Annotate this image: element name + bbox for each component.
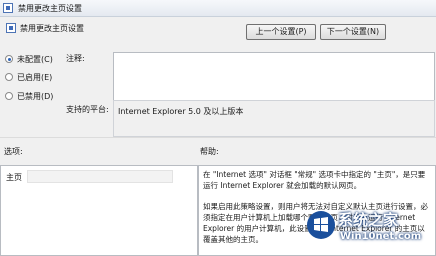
help-paragraph: 在 "Internet 选项" 对话框 "常规" 选项卡中指定的 "主页"，是只…: [203, 170, 426, 190]
home-page-input[interactable]: [27, 170, 173, 183]
options-label: 选项:: [4, 147, 23, 156]
radio-enabled[interactable]: 已启用(E): [5, 71, 52, 83]
radio-disabled[interactable]: 已禁用(D): [5, 90, 53, 102]
platform-field: Internet Explorer 5.0 及以上版本: [113, 100, 435, 137]
previous-setting-button[interactable]: 上一个设置(P): [246, 24, 316, 40]
window-title: 禁用更改主页设置: [18, 4, 82, 13]
watermark: 系统之家 Win10net.com: [300, 205, 436, 256]
radio-button-icon[interactable]: [5, 73, 13, 81]
policy-icon: [3, 3, 13, 13]
setting-title: 禁用更改主页设置: [20, 24, 84, 33]
windows-logo-icon: [307, 211, 335, 239]
options-panel: 主页: [0, 165, 198, 256]
radio-button-icon[interactable]: [5, 92, 13, 100]
radio-label: 已启用(E): [17, 72, 53, 82]
radio-button-icon[interactable]: [5, 55, 13, 63]
home-page-label: 主页: [6, 173, 22, 182]
radio-label: 未配置(C): [17, 54, 53, 64]
comment-textarea[interactable]: [113, 52, 435, 103]
section-divider: [0, 137, 436, 138]
radio-not-configured[interactable]: 未配置(C): [5, 53, 53, 65]
title-bar[interactable]: 禁用更改主页设置: [0, 0, 436, 17]
watermark-title: 系统之家: [338, 211, 399, 229]
next-setting-button[interactable]: 下一个设置(N): [320, 24, 386, 40]
help-label: 帮助:: [200, 147, 219, 156]
platform-value: Internet Explorer 5.0 及以上版本: [118, 107, 244, 116]
platform-label: 支持的平台:: [66, 105, 109, 114]
setting-icon: [6, 23, 16, 33]
radio-label: 已禁用(D): [17, 91, 54, 101]
watermark-url: Win10net.com: [340, 231, 422, 242]
comment-label: 注释:: [66, 54, 85, 63]
